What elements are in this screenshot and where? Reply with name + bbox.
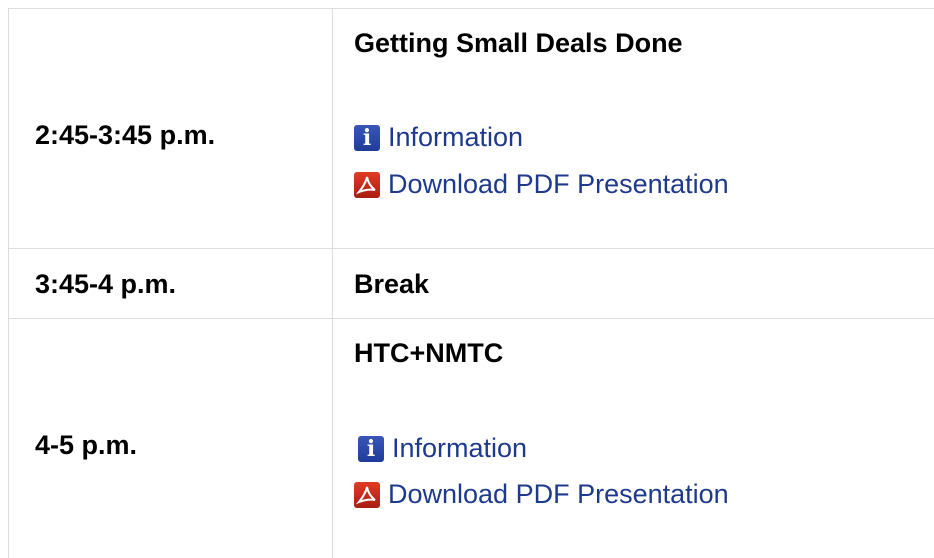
schedule-table: 2:45-3:45 p.m. Getting Small Deals Done … [8, 8, 934, 558]
session-title: Getting Small Deals Done [354, 28, 683, 58]
information-link-label[interactable]: Information [392, 433, 527, 464]
download-pdf-link[interactable]: Download PDF Presentation [354, 479, 729, 510]
pdf-icon [354, 481, 380, 508]
time-cell: 2:45-3:45 p.m. [35, 120, 216, 150]
information-link-label[interactable]: Information [388, 122, 523, 153]
column-divider [332, 249, 333, 318]
time-cell: 3:45-4 p.m. [35, 269, 177, 299]
column-divider [332, 9, 333, 248]
pdf-icon [354, 171, 380, 198]
download-pdf-link-label[interactable]: Download PDF Presentation [388, 169, 729, 200]
column-divider [332, 319, 333, 558]
session-title: Break [354, 269, 430, 299]
information-link[interactable]: i Information [354, 122, 523, 153]
table-row: 3:45-4 p.m. Break [9, 249, 934, 319]
information-link[interactable]: i Information [358, 433, 527, 464]
download-pdf-link[interactable]: Download PDF Presentation [354, 169, 729, 200]
time-cell: 4-5 p.m. [35, 430, 138, 460]
table-row: 4-5 p.m. HTC+NMTC i Information Download… [9, 319, 934, 558]
info-icon: i [358, 435, 384, 462]
table-row: 2:45-3:45 p.m. Getting Small Deals Done … [9, 9, 934, 249]
info-icon: i [354, 124, 380, 151]
session-title: HTC+NMTC [354, 338, 504, 368]
download-pdf-link-label[interactable]: Download PDF Presentation [388, 479, 729, 510]
